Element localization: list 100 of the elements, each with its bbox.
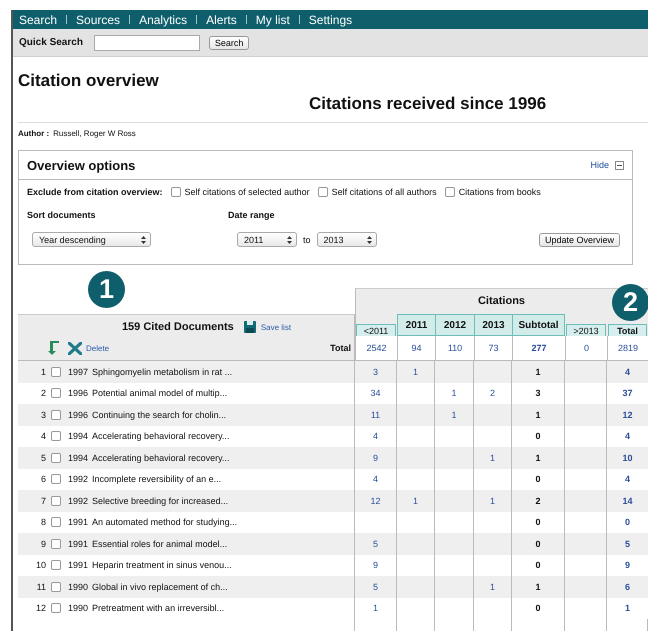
row-number: 2 bbox=[40, 388, 46, 398]
document-title[interactable]: Continuing the search for cholin... bbox=[92, 410, 226, 420]
table-cell: 1 bbox=[474, 576, 512, 598]
checkbox[interactable] bbox=[170, 187, 181, 197]
turn-arrow-icon[interactable] bbox=[48, 341, 60, 355]
row-checkbox[interactable] bbox=[51, 474, 61, 484]
table-cell: 1 bbox=[512, 447, 565, 468]
document-year: 1994 bbox=[68, 452, 88, 463]
author-label: Author : bbox=[18, 129, 50, 138]
document-title[interactable]: Accelerating behavioral recovery... bbox=[92, 431, 230, 442]
row-number: 4 bbox=[40, 431, 46, 442]
row-checkbox[interactable] bbox=[51, 388, 61, 398]
caret-icon[interactable] bbox=[287, 236, 292, 244]
row-number: 7 bbox=[40, 496, 46, 506]
document-year: 1990 bbox=[68, 603, 88, 614]
caret-icon[interactable] bbox=[141, 236, 146, 244]
page-subtitle: Citations received since 1996 bbox=[18, 94, 648, 123]
document-title[interactable]: Heparin treatment in sinus venou... bbox=[92, 560, 232, 570]
column-header: <2011 bbox=[356, 324, 396, 336]
search-field[interactable] bbox=[94, 34, 200, 50]
table-cell: 3 bbox=[355, 361, 397, 382]
row-checkbox[interactable] bbox=[51, 582, 61, 592]
table-cell-text: 4 bbox=[624, 473, 631, 486]
row-checkbox[interactable] bbox=[51, 410, 61, 420]
total-label: Total bbox=[330, 343, 351, 353]
checkbox[interactable] bbox=[318, 187, 328, 197]
sort-dropdown[interactable]: Year descending bbox=[32, 232, 151, 247]
quick-search-label: Quick Search bbox=[19, 37, 83, 48]
table-cell: 1 bbox=[474, 447, 512, 468]
to-year-dropdown[interactable]: 2013 bbox=[316, 232, 377, 247]
nav-link[interactable]: Search bbox=[19, 12, 58, 26]
save-list-link[interactable]: Save list bbox=[260, 322, 292, 332]
table-cell-text: 10 bbox=[621, 452, 634, 465]
hide-link[interactable]: Hide bbox=[590, 160, 609, 170]
table-cell-text: 1 bbox=[624, 602, 631, 616]
document-title[interactable]: Global in vivo replacement of ch... bbox=[92, 582, 228, 592]
document-year: 1991 bbox=[68, 538, 88, 549]
document-title[interactable]: Sphingomyelin metabolism in rat ... bbox=[92, 366, 232, 377]
document-title[interactable]: Incomplete reversibility of an e... bbox=[92, 474, 222, 484]
row-checkbox[interactable] bbox=[51, 431, 61, 442]
nav-link[interactable]: Alerts bbox=[206, 12, 237, 26]
row-number: 10 bbox=[34, 560, 46, 570]
document-year: 1996 bbox=[68, 410, 88, 420]
checkbox[interactable] bbox=[444, 187, 455, 197]
document-year: 1997 bbox=[68, 366, 88, 377]
row-number: 6 bbox=[40, 474, 46, 484]
row-checkbox[interactable] bbox=[51, 496, 61, 506]
row-checkbox[interactable] bbox=[51, 517, 61, 528]
table-cell: 1 bbox=[397, 490, 435, 512]
nav-link[interactable]: Analytics bbox=[139, 12, 188, 26]
nav-link[interactable]: My list bbox=[256, 12, 290, 26]
document-year: 1992 bbox=[68, 474, 88, 484]
delete-link[interactable]: Delete bbox=[86, 344, 110, 352]
row-checkbox[interactable] bbox=[51, 366, 61, 377]
row-number: 3 bbox=[40, 410, 46, 420]
row-checkbox[interactable] bbox=[51, 560, 61, 570]
checkbox-label: Self citations of selected author bbox=[184, 187, 310, 197]
table-cell: 0 bbox=[512, 598, 565, 619]
step-marker: 1 bbox=[88, 271, 125, 308]
table-cell-text: 0 bbox=[624, 516, 631, 530]
table-cell: 1 bbox=[512, 576, 565, 598]
document-title[interactable]: Accelerating behavioral recovery... bbox=[92, 452, 230, 463]
citations-heading: Citations bbox=[478, 295, 526, 307]
document-title[interactable]: Selective breeding for increased... bbox=[92, 496, 228, 506]
checkbox-label: Self citations of all authors bbox=[332, 187, 437, 197]
document-title[interactable]: Pretreatment with an irreversibl... bbox=[92, 603, 224, 614]
from-year-dropdown[interactable]: 2011 bbox=[237, 232, 297, 247]
document-year: 1996 bbox=[68, 388, 88, 398]
document-title[interactable]: An automated method for studying... bbox=[92, 517, 238, 528]
table-cell: 1 bbox=[512, 361, 565, 382]
table-cell-text: 12 bbox=[621, 408, 634, 422]
checkbox-label: Citations from books bbox=[458, 187, 541, 197]
caret-icon[interactable] bbox=[366, 236, 372, 244]
column-header: 2012 bbox=[435, 314, 474, 336]
table-cell: 5 bbox=[355, 533, 397, 554]
delete-icon[interactable] bbox=[68, 342, 82, 354]
sort-label: Sort documents bbox=[27, 210, 97, 220]
document-year: 1991 bbox=[68, 560, 88, 570]
document-year: 1992 bbox=[68, 496, 88, 506]
document-year: 1994 bbox=[68, 431, 88, 442]
document-title[interactable]: Potential animal model of multip... bbox=[92, 388, 228, 398]
nav-link[interactable]: Settings bbox=[308, 12, 352, 26]
collapse-icon[interactable] bbox=[615, 160, 624, 170]
search-button[interactable]: Search bbox=[208, 36, 250, 50]
table-cell: 0 bbox=[512, 533, 565, 554]
panel-title: Overview options bbox=[27, 158, 136, 172]
row-checkbox[interactable] bbox=[51, 538, 61, 549]
column-header: >2013 bbox=[566, 324, 606, 336]
nav-link[interactable]: Sources bbox=[76, 12, 120, 26]
update-overview-button[interactable]: Update Overview bbox=[538, 232, 620, 246]
table-cell-text: 4 bbox=[624, 430, 631, 444]
table-cell: 1 bbox=[355, 598, 397, 619]
table-cell: 1 bbox=[435, 404, 474, 426]
row-checkbox[interactable] bbox=[51, 452, 61, 463]
table-cell-text: 5 bbox=[624, 538, 631, 551]
document-title[interactable]: Essential roles for animal model... bbox=[92, 538, 228, 549]
cited-documents-count: 159 Cited Documents bbox=[122, 321, 234, 333]
row-checkbox[interactable] bbox=[51, 603, 61, 614]
column-header: 2013 bbox=[474, 314, 512, 336]
table-cell: 1 bbox=[474, 490, 512, 512]
